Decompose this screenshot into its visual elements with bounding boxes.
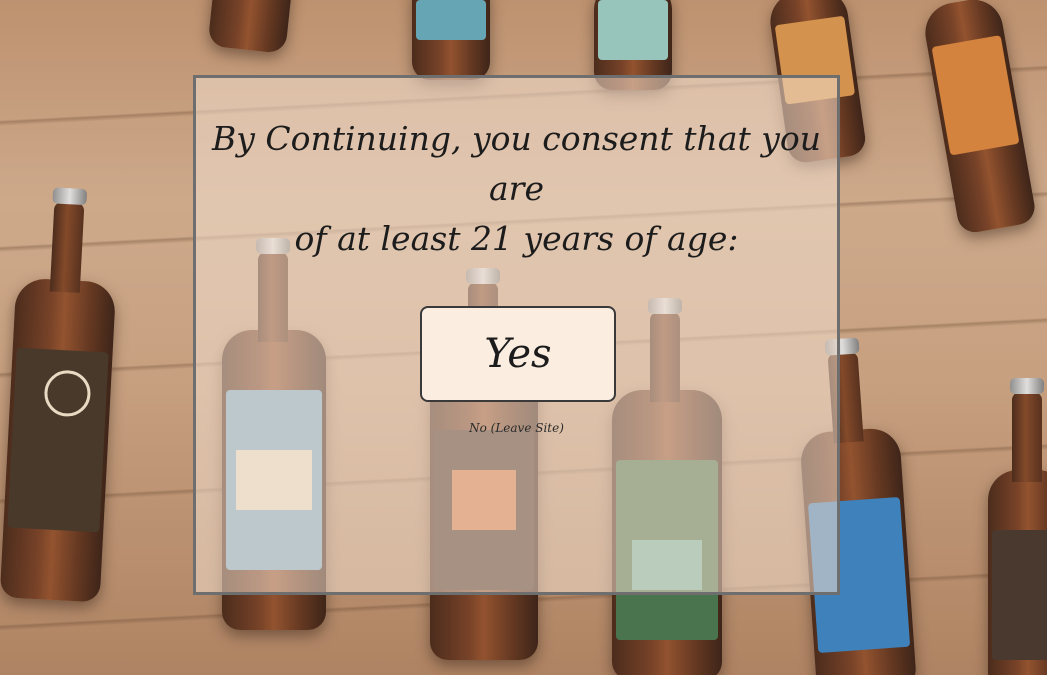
leave-site-link[interactable]: No (Leave Site) xyxy=(196,421,837,435)
age-verification-dialog: By Continuing, you consent that you are … xyxy=(193,75,840,595)
age-consent-heading-line1: By Continuing, you consent that you are xyxy=(211,119,822,208)
yes-button[interactable]: Yes xyxy=(420,306,616,402)
age-consent-heading-line2: of at least 21 years of age: xyxy=(294,219,739,258)
age-consent-heading: By Continuing, you consent that you are … xyxy=(196,114,837,264)
